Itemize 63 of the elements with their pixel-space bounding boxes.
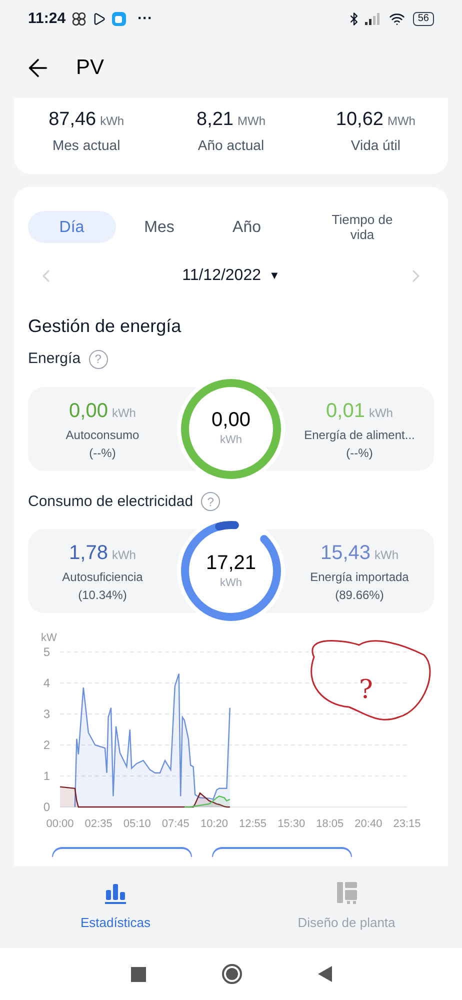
stat-label: Autosuficiencia: [62, 569, 143, 586]
x-tick-label: 00:00: [46, 818, 74, 830]
x-tick-label: 20:40: [354, 818, 382, 830]
section-title: Gestión de energía: [28, 315, 182, 338]
stat-unit: kWh: [112, 547, 136, 564]
stat-value: 0,01: [326, 398, 365, 424]
x-tick-label: 15:30: [278, 818, 306, 830]
x-tick-label: 23:15: [393, 818, 421, 830]
y-tick-label: 2: [43, 738, 50, 752]
total-label: Año actual: [198, 136, 264, 154]
total-label: Mes actual: [52, 136, 120, 154]
stat-unit: kWh: [368, 404, 393, 422]
ring-value: 0,00: [212, 408, 250, 432]
total-value: 10,62: [336, 108, 384, 132]
stat-label: Energía de aliment...: [304, 426, 415, 444]
help-icon[interactable]: ?: [201, 492, 220, 512]
y-tick-label: 0: [43, 800, 50, 814]
y-tick-label: 1: [43, 769, 50, 783]
x-tick-label: 10:20: [200, 818, 228, 830]
battery-icon: 56: [412, 12, 434, 26]
total-value: 8,21: [196, 108, 234, 132]
stat-label: Autoconsumo: [66, 426, 140, 444]
stat-share: (--%): [89, 444, 116, 462]
more-icon: ···: [138, 8, 153, 30]
y-tick-label: 3: [43, 707, 50, 721]
total-unit: MWh: [387, 113, 416, 130]
scribble-text: ?: [359, 675, 373, 705]
x-tick-label: 18:05: [316, 818, 344, 830]
ring-unit: kWh: [220, 433, 242, 448]
stat-value: 0,00: [69, 398, 108, 424]
period-tab[interactable]: Día: [28, 211, 116, 243]
period-tab[interactable]: Mes: [116, 211, 203, 243]
total-value: 87,46: [48, 108, 96, 132]
period-tab[interactable]: Año: [203, 211, 290, 243]
stat-value: 1,78: [69, 541, 108, 566]
stat-unit: kWh: [112, 404, 136, 422]
total-unit: kWh: [100, 113, 124, 130]
date-picker[interactable]: 11/12/2022 ▼: [182, 264, 280, 288]
stat-share: (10.34%): [78, 587, 127, 604]
help-icon[interactable]: ?: [88, 350, 108, 369]
y-tick-label: 5: [43, 645, 50, 659]
ring-unit: kWh: [220, 576, 242, 591]
period-tab[interactable]: Tiempo de vida: [290, 207, 434, 247]
x-tick-label: 07:45: [162, 818, 190, 830]
stat-label: Energía importada: [310, 569, 409, 586]
x-tick-label: 12:55: [239, 818, 267, 830]
clock: 11:24: [28, 8, 66, 29]
stat-unit: kWh: [374, 547, 399, 564]
total-label: Vida útil: [350, 136, 400, 154]
y-tick-label: 4: [43, 676, 50, 690]
stat-share: (89.66%): [335, 587, 384, 604]
stat-share: (--%): [346, 444, 373, 462]
ring-value: 17,21: [206, 550, 256, 575]
page-title: PV: [76, 55, 104, 82]
stat-value: 15,43: [320, 541, 371, 566]
section-label: Consumo de electricidad: [28, 492, 194, 512]
x-tick-label: 02:35: [84, 818, 112, 830]
total-unit: MWh: [238, 113, 266, 130]
nav-tab[interactable]: Estadísticas: [0, 866, 231, 948]
axis-unit: kW: [41, 632, 57, 644]
section-label: Energía: [28, 349, 81, 369]
nav-tab[interactable]: Diseño de planta: [231, 866, 462, 948]
x-tick-label: 05:10: [123, 818, 151, 830]
